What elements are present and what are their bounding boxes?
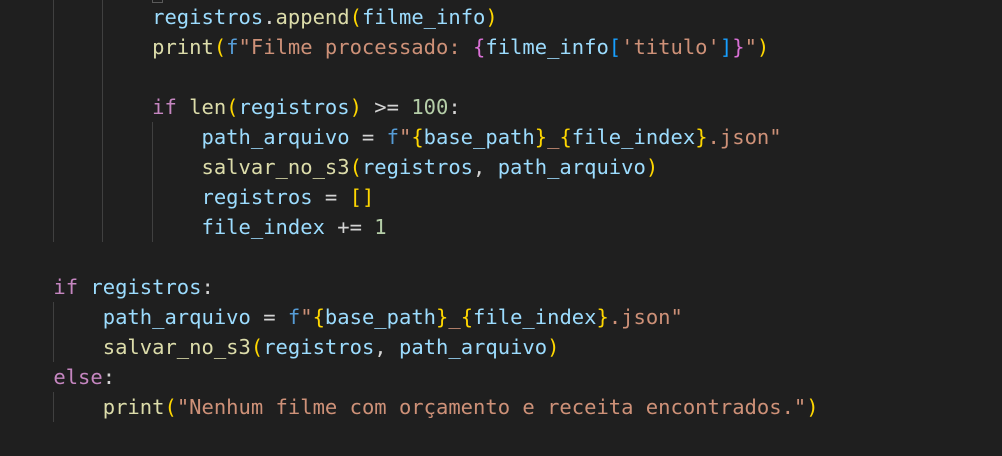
code-line[interactable]: registros.append(filme_info) [4,2,498,32]
code-token: append [275,5,350,29]
code-line[interactable]: salvar_no_s3(registros, path_arquivo) [4,152,658,182]
code-line[interactable]: path_arquivo = f"{base_path}_{file_index… [4,302,683,332]
code-editor[interactable]: registros.append(filme_info) print(f"Fil… [0,0,1002,456]
code-line[interactable]: if len(registros) >= 100: [4,92,461,122]
code-token: print [152,35,214,59]
code-line[interactable]: if registros: [4,272,213,302]
code-line[interactable]: path_arquivo = f"{base_path}_{file_index… [4,122,781,152]
code-line[interactable]: salvar_no_s3(registros, path_arquivo) [4,332,560,362]
code-line[interactable]: print(f"Filme processado: {filme_info['t… [4,32,769,62]
code-line[interactable]: file_index += 1 [4,212,386,242]
code-token: filme_info [361,5,486,29]
code-line[interactable]: registros = [] [4,182,374,212]
code-line[interactable]: else: [4,362,115,392]
code-token: registros [152,5,264,29]
code-line[interactable]: print("Nenhum filme com orçamento e rece… [4,392,819,422]
